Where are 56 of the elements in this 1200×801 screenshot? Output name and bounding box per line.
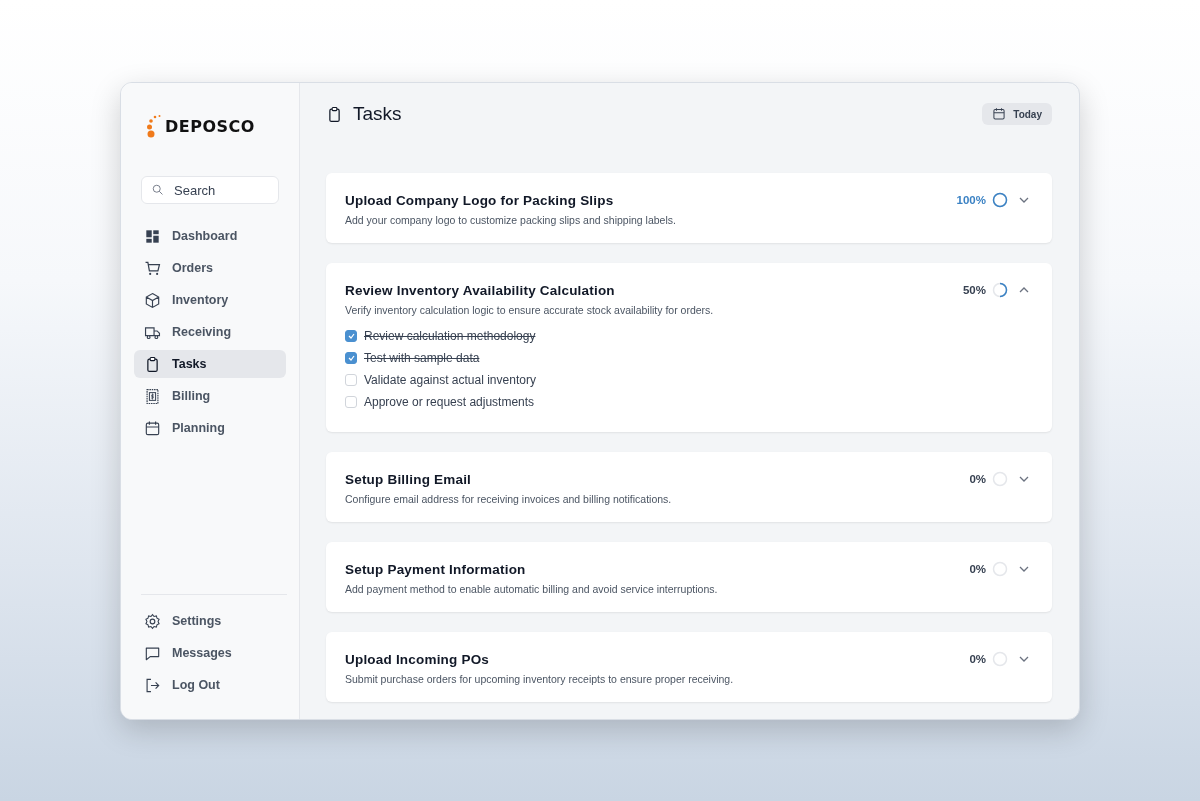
chevron-down-icon[interactable]: [1018, 565, 1030, 573]
cube-icon: [144, 291, 161, 309]
checkbox[interactable]: [345, 352, 357, 364]
sidebar-item[interactable]: Inventory: [134, 286, 286, 314]
task-title: Upload Company Logo for Packing Slips: [345, 192, 615, 208]
task-description: Submit purchase orders for upcoming inventory receipts to ensure proper receiving.: [345, 673, 735, 685]
sidebar-item[interactable]: Planning: [134, 414, 286, 442]
task-title: Setup Billing Email: [345, 471, 473, 487]
task-description: Verify inventory calculation logic to ensure accurate stock availability for orders.: [345, 304, 715, 316]
clipboard-icon: [326, 105, 343, 123]
chevron-up-icon[interactable]: [1018, 286, 1030, 294]
calendar-icon: [144, 419, 161, 437]
progress-ring: [992, 471, 1008, 487]
cart-icon: [144, 259, 161, 277]
logout-icon: [144, 676, 161, 694]
subtask-label: Validate against actual inventory: [364, 373, 536, 387]
task-description: Configure email address for receiving invoices and billing notifications.: [345, 493, 673, 505]
settings-icon: [144, 612, 161, 630]
task-description: Add payment method to enable automatic billing and avoid service interruptions.: [345, 583, 719, 595]
subtask-label: Approve or request adjustments: [364, 395, 535, 409]
progress-ring: [992, 561, 1008, 577]
sidebar-item[interactable]: Messages: [134, 639, 286, 667]
task-title: Review Inventory Availability Calculation: [345, 282, 616, 298]
chat-bubble-icon: [144, 644, 161, 662]
sidebar-item[interactable]: Receiving: [134, 318, 286, 346]
chevron-down-icon[interactable]: [1018, 655, 1030, 663]
sidebar-item[interactable]: Tasks: [134, 350, 286, 378]
sidebar-item[interactable]: Log Out: [134, 671, 286, 699]
subtask-label: Review calculation methodology: [364, 329, 536, 343]
progress-percent: 0%: [969, 653, 986, 665]
sidebar-item[interactable]: Settings: [134, 607, 286, 635]
subtask-label: Test with sample data: [364, 351, 480, 365]
progress-percent: 0%: [969, 473, 986, 485]
chevron-down-icon[interactable]: [1018, 196, 1030, 204]
progress-percent: 100%: [956, 194, 986, 206]
checkbox[interactable]: [345, 330, 357, 342]
search-icon: [151, 183, 165, 197]
progress-percent: 50%: [962, 284, 986, 296]
task-description: Add your company logo to customize packing slips and shipping labels.: [345, 214, 677, 226]
receipt-icon: [144, 387, 161, 405]
search-field[interactable]: Search: [141, 176, 279, 204]
sidebar-item[interactable]: Orders: [134, 254, 286, 282]
calendar-icon: [992, 107, 1007, 121]
date-button[interactable]: Today: [982, 103, 1052, 125]
task-title: Upload Incoming POs: [345, 651, 491, 667]
sidebar-item[interactable]: Billing: [134, 382, 286, 410]
chevron-down-icon[interactable]: [1018, 475, 1030, 483]
dashboard-icon: [144, 227, 161, 245]
progress-percent: 0%: [969, 563, 986, 575]
page-title: Tasks: [353, 103, 403, 125]
clipboard-icon: [144, 355, 161, 373]
sidebar-item[interactable]: Dashboard: [134, 222, 286, 250]
logo-icon: [146, 112, 162, 140]
task-title: Setup Payment Information: [345, 561, 527, 577]
progress-ring: [992, 651, 1008, 667]
brand-logo-text: DEPOSCO: [165, 116, 255, 136]
